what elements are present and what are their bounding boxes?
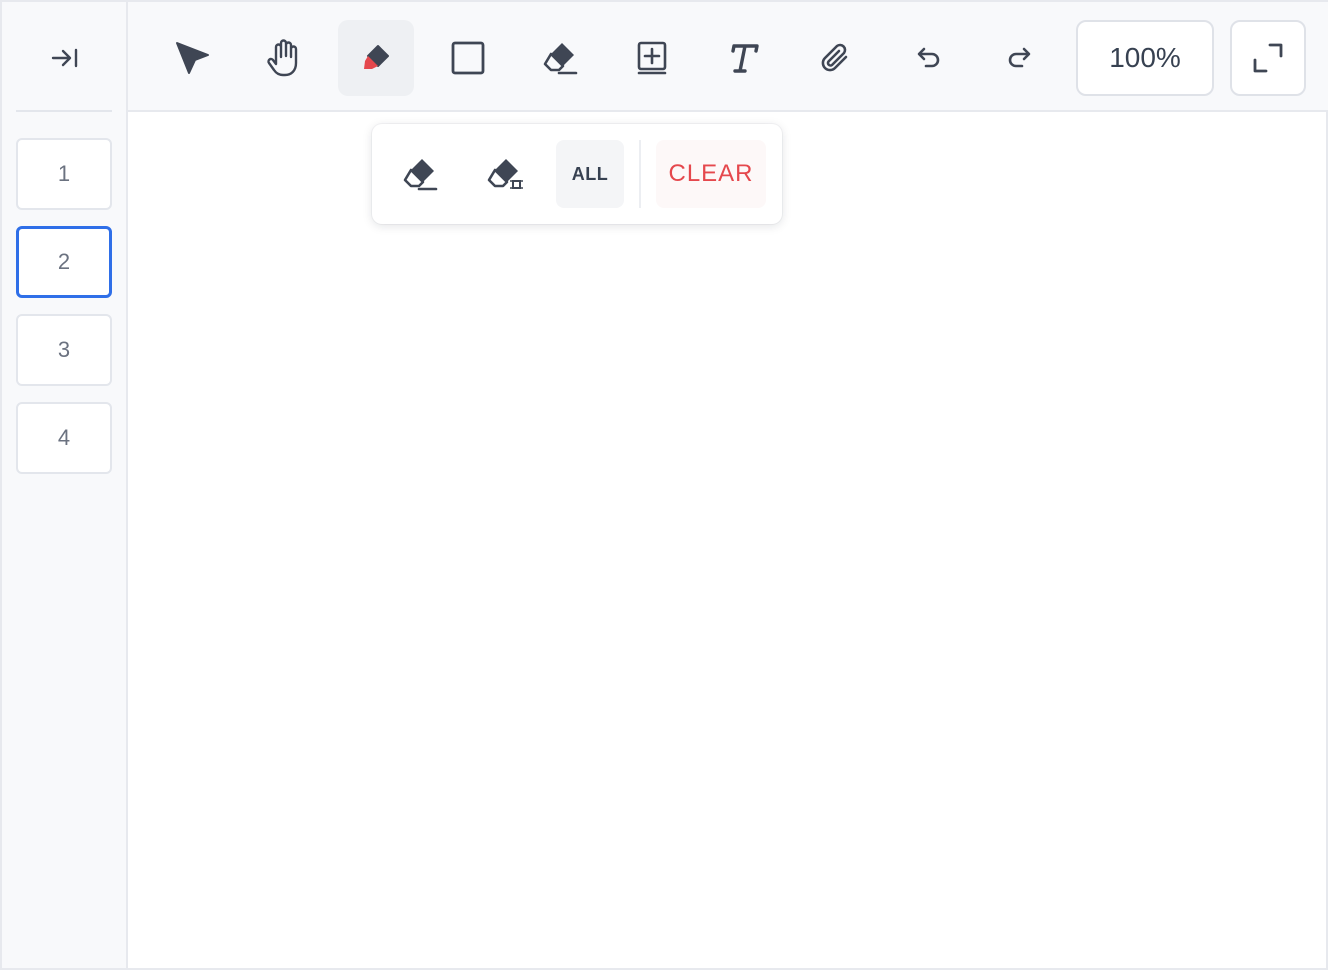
highlighter-tool-button[interactable]: [338, 20, 414, 96]
eraser-icon: [403, 159, 438, 191]
eraser-options-popover: ALL CLEAR: [372, 124, 782, 224]
page-thumb-1[interactable]: 1: [16, 138, 112, 210]
area-eraser-icon: [487, 159, 523, 189]
zoom-level-button[interactable]: 100%: [1076, 20, 1214, 96]
add-page-icon: [637, 41, 667, 75]
redo-button[interactable]: [982, 20, 1058, 96]
cursor-arrow-icon: [176, 42, 209, 74]
page-sidebar: 1 2 3 4: [2, 2, 128, 968]
paperclip-icon: [821, 43, 848, 72]
redo-icon: [1008, 47, 1031, 68]
select-tool-button[interactable]: [154, 20, 230, 96]
page-thumb-4[interactable]: 4: [16, 402, 112, 474]
page-number: 2: [57, 249, 71, 274]
toolbar: 100%: [128, 2, 1328, 112]
undo-button[interactable]: [890, 20, 966, 96]
zoom-level-label: 100%: [1109, 42, 1181, 73]
attach-tool-button[interactable]: [798, 20, 874, 96]
area-eraser-button[interactable]: [472, 140, 540, 208]
undo-icon: [917, 47, 940, 68]
text-icon: [731, 44, 759, 73]
square-icon: [451, 41, 485, 75]
app-window: 1 2 3 4 100% ALL CLEAR: [0, 0, 1328, 970]
clear-button[interactable]: CLEAR: [656, 140, 766, 208]
collapse-to-right-icon: [51, 48, 78, 68]
collapse-sidebar-button[interactable]: [40, 38, 90, 78]
page-number: 1: [57, 161, 71, 186]
page-number: 4: [57, 425, 71, 450]
rectangle-tool-button[interactable]: [430, 20, 506, 96]
sidebar-divider: [16, 110, 112, 112]
drawing-canvas[interactable]: [128, 112, 1328, 968]
page-number: 3: [57, 337, 71, 362]
page-thumb-2[interactable]: 2: [16, 226, 112, 298]
text-tool-button[interactable]: [706, 20, 782, 96]
fullscreen-icon: [1253, 43, 1283, 73]
erase-all-button[interactable]: ALL: [556, 140, 624, 208]
popover-divider: [639, 140, 641, 208]
eraser-icon: [543, 43, 578, 75]
pan-tool-button[interactable]: [246, 20, 322, 96]
page-thumb-3[interactable]: 3: [16, 314, 112, 386]
highlighter-icon: [364, 45, 389, 69]
stroke-eraser-button[interactable]: [386, 140, 454, 208]
hand-icon: [267, 39, 298, 77]
add-page-tool-button[interactable]: [614, 20, 690, 96]
fullscreen-button[interactable]: [1230, 20, 1306, 96]
eraser-tool-button[interactable]: [522, 20, 598, 96]
clear-label: CLEAR: [668, 160, 754, 187]
erase-all-label: ALL: [571, 163, 609, 184]
